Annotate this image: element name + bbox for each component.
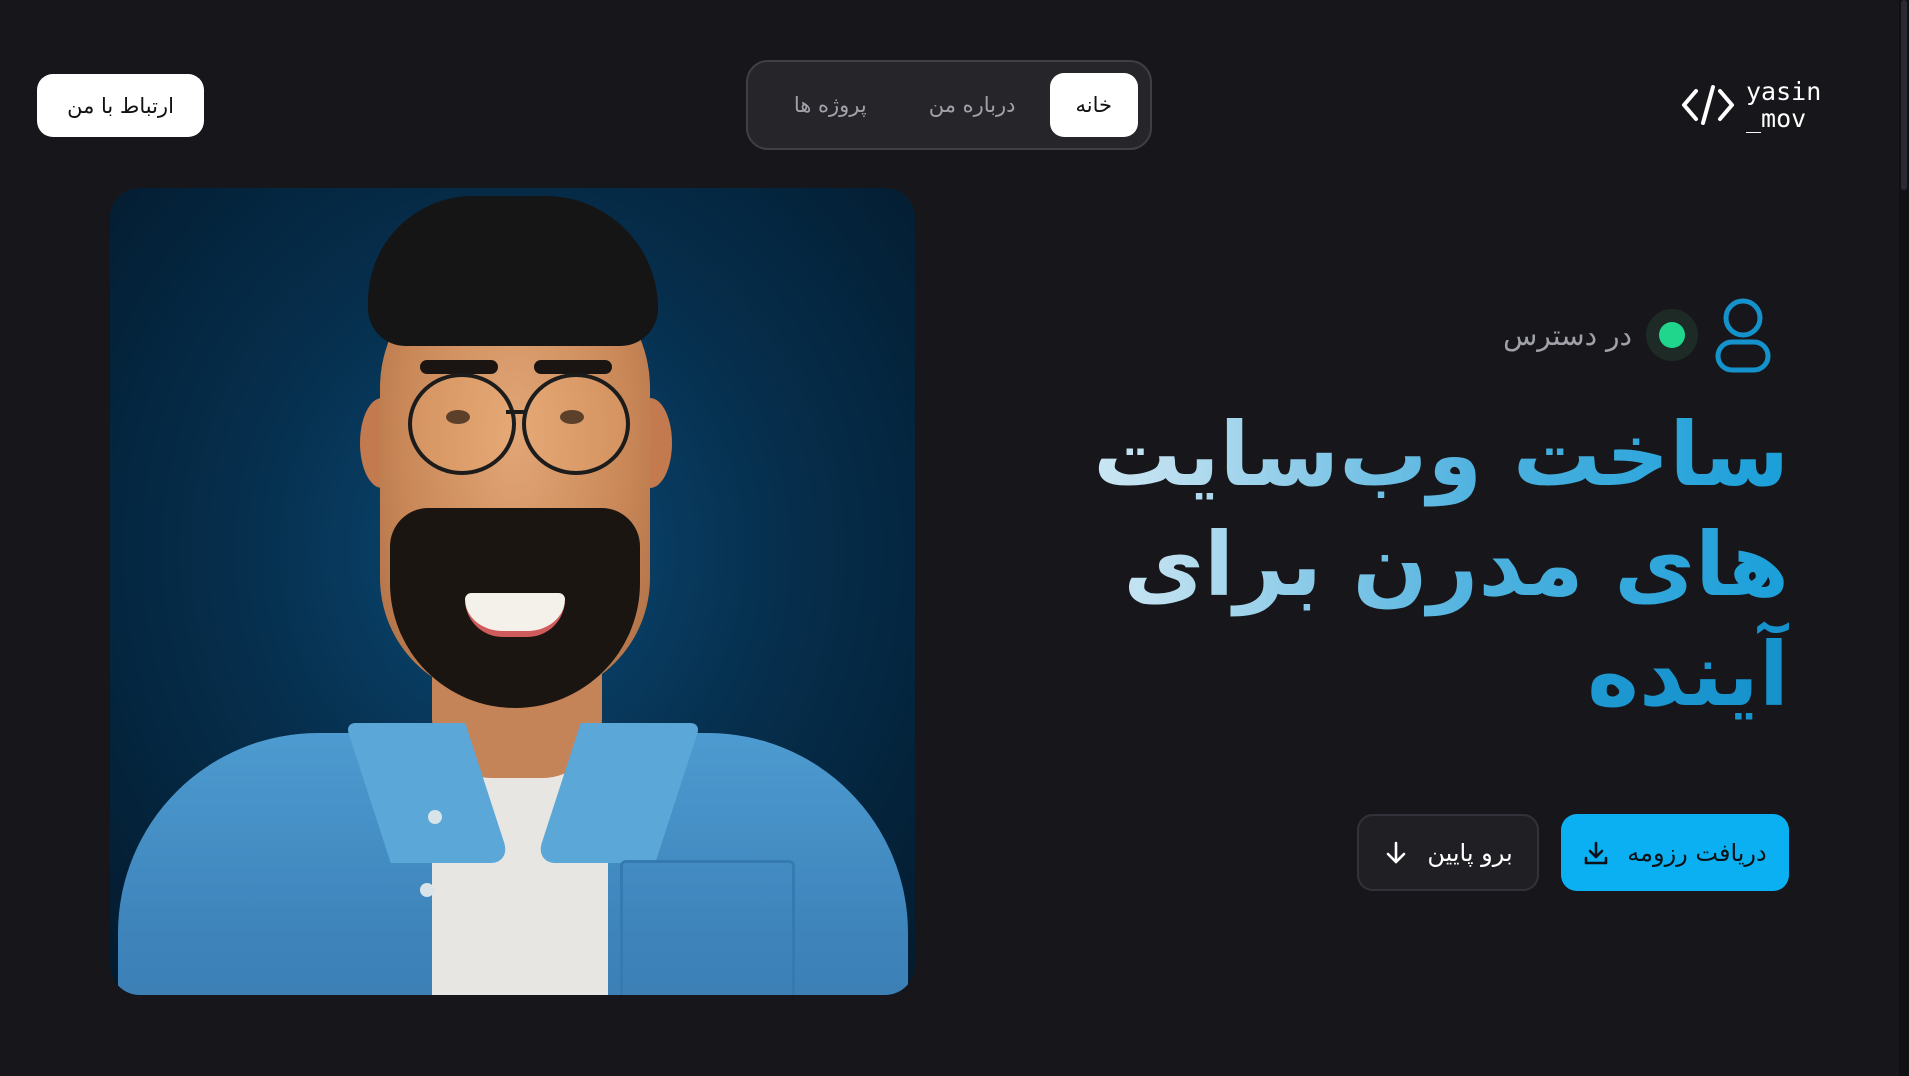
hero-headline: ساخت وب‌سایت های مدرن برای آینده bbox=[1009, 400, 1789, 730]
scroll-down-button[interactable]: برو پایین bbox=[1357, 814, 1539, 891]
photo-shirt-button bbox=[428, 810, 442, 824]
photo-brow-left bbox=[420, 360, 498, 374]
code-brackets-icon bbox=[1682, 85, 1734, 125]
headline-line-3: آینده bbox=[1009, 620, 1789, 730]
status-dot bbox=[1659, 322, 1685, 348]
photo-glasses-left bbox=[408, 373, 516, 475]
photo-glasses-bridge bbox=[506, 410, 526, 414]
scroll-down-label: برو پایین bbox=[1427, 838, 1513, 867]
nav-item-home[interactable]: خانه bbox=[1049, 73, 1138, 137]
photo-shirt-button bbox=[420, 883, 434, 897]
nav-item-about[interactable]: درباره من bbox=[901, 73, 1044, 137]
cta-row: دریافت رزومه برو پایین bbox=[1357, 814, 1789, 891]
photo-pocket bbox=[620, 860, 795, 995]
photo-brow-right bbox=[534, 360, 612, 374]
status-indicator bbox=[1646, 309, 1698, 361]
user-icon bbox=[1715, 298, 1771, 373]
status-text: در دسترس bbox=[1503, 318, 1632, 352]
headline-line-1: ساخت وب‌سایت bbox=[1009, 400, 1789, 510]
headline-line-2: های مدرن برای bbox=[1009, 510, 1789, 620]
profile-photo bbox=[110, 188, 915, 995]
logo-text: yasin _mov bbox=[1746, 78, 1821, 132]
download-resume-label: دریافت رزومه bbox=[1627, 838, 1767, 867]
scrollbar[interactable] bbox=[1899, 0, 1909, 1076]
availability-status: در دسترس bbox=[1503, 296, 1774, 374]
download-resume-button[interactable]: دریافت رزومه bbox=[1561, 814, 1789, 891]
arrow-down-icon bbox=[1387, 841, 1406, 863]
logo-line-1: yasin bbox=[1746, 77, 1822, 106]
nav-item-projects[interactable]: پروژه ها bbox=[766, 73, 895, 137]
main-nav: خانه درباره من پروژه ها bbox=[746, 60, 1152, 150]
page: ارتباط با من خانه درباره من پروژه ها yas… bbox=[0, 0, 1909, 1076]
contact-button[interactable]: ارتباط با من bbox=[37, 74, 204, 137]
logo-line-2: _mov bbox=[1746, 104, 1807, 133]
photo-glasses-right bbox=[522, 373, 630, 475]
logo[interactable]: yasin _mov bbox=[1680, 78, 1821, 132]
scrollbar-thumb[interactable] bbox=[1901, 0, 1907, 190]
photo-hair bbox=[368, 196, 658, 346]
download-icon bbox=[1584, 841, 1608, 864]
